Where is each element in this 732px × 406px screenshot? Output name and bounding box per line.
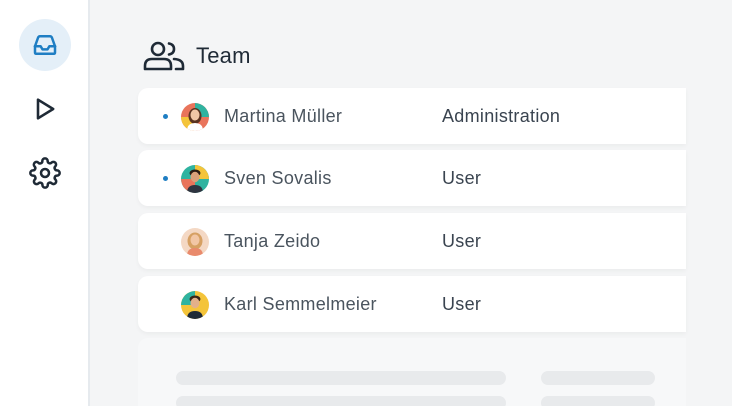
member-name: Martina Müller [224,106,343,126]
skeleton-line [541,396,655,406]
member-row[interactable]: Sven Sovalis User [138,150,686,206]
skeleton-line [176,396,506,406]
team-icon [143,41,185,71]
loading-placeholder [138,338,686,406]
avatar [181,291,209,319]
unread-indicator [163,114,168,119]
member-row[interactable]: Martina Müller Administration [138,88,686,144]
team-header: Team [142,38,251,74]
member-name: Sven Sovalis [224,168,332,188]
member-role: User [442,231,482,251]
member-role: User [442,168,482,188]
avatar [181,165,209,193]
sidebar [0,0,90,406]
skeleton-line [541,371,655,385]
settings-button[interactable] [19,147,71,199]
gear-icon [29,157,61,189]
play-icon [36,98,55,120]
inbox-icon [33,35,57,55]
member-row[interactable]: Karl Semmelmeier User [138,276,686,332]
member-role: User [442,294,482,314]
skeleton-line [176,371,506,385]
member-role: Administration [442,106,561,126]
avatar [181,228,209,256]
play-button[interactable] [19,83,71,135]
member-name: Karl Semmelmeier [224,294,377,314]
member-name: Tanja Zeido [224,231,321,251]
avatar [181,103,209,131]
unread-indicator [163,176,168,181]
inbox-button[interactable] [19,19,71,71]
page-title: Team [196,43,251,68]
member-row[interactable]: Tanja Zeido User [138,213,686,269]
